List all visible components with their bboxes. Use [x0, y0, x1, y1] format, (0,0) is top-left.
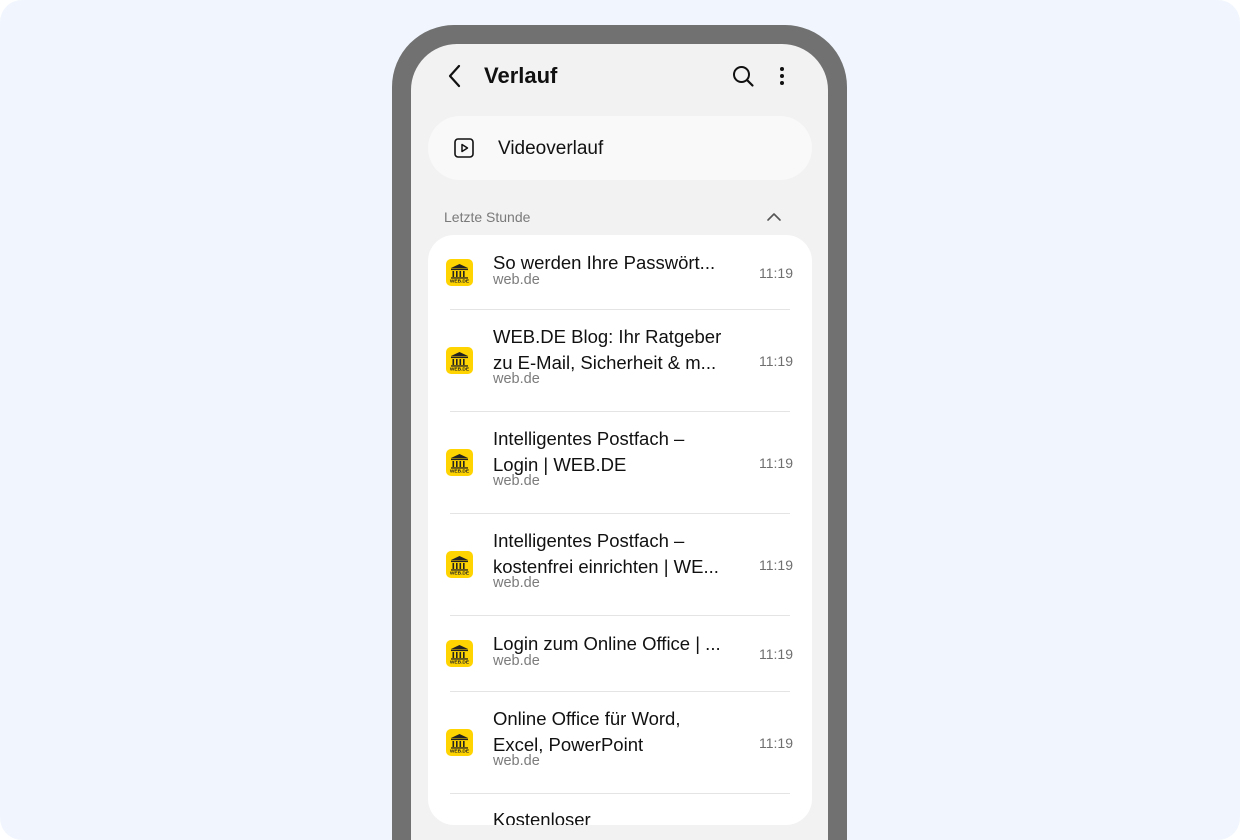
history-item-time: 11:19	[759, 455, 793, 471]
history-item-title: Kostenloser	[493, 807, 733, 825]
webde-favicon-icon: WEB.DE	[446, 640, 473, 667]
history-item[interactable]: Kostenloser	[428, 794, 812, 825]
chevron-up-icon[interactable]	[764, 207, 784, 227]
history-item-time: 11:19	[759, 557, 793, 573]
video-history-button[interactable]: Videoverlauf	[428, 116, 812, 180]
section-title: Letzte Stunde	[444, 209, 531, 225]
history-item[interactable]: WEB.DE So werden Ihre Passwört... web.de 11…	[428, 235, 812, 310]
svg-text:WEB.DE: WEB.DE	[450, 660, 470, 665]
history-item-domain: web.de	[493, 652, 540, 669]
history-item[interactable]: WEB.DE Online Office für Word, Excel, Powe…	[428, 692, 812, 794]
app-bar: Verlauf	[411, 44, 828, 108]
history-item-time: 11:19	[759, 735, 793, 751]
back-icon[interactable]	[443, 62, 469, 90]
webde-favicon-icon: WEB.DE	[446, 449, 473, 476]
history-item-domain: web.de	[493, 575, 540, 591]
history-item-title-line: WEB.DE Blog: Ihr Ratgeber	[493, 326, 722, 347]
history-list: WEB.DE So werden Ihre Passwört... web.de 11…	[428, 235, 812, 825]
history-item-time: 11:19	[759, 646, 793, 662]
history-item-title: Intelligentes Postfach – Login | WEB.DE	[493, 426, 733, 477]
history-item-title: WEB.DE Blog: Ihr Ratgeber zu E-Mail, Sich…	[493, 324, 733, 375]
history-item[interactable]: WEB.DE Intelligentes Postfach – kostenfrei…	[428, 514, 812, 616]
background-canvas: Verlauf Videoverlauf Letzte Stunde WEB.D…	[0, 0, 1240, 840]
history-item[interactable]: WEB.DE Login zum Online Office | ... web.d…	[428, 616, 812, 692]
svg-text:WEB.DE: WEB.DE	[450, 279, 470, 284]
history-item-domain: web.de	[493, 473, 540, 489]
search-icon[interactable]	[729, 62, 757, 90]
history-item-title-line: Intelligentes Postfach –	[493, 428, 685, 449]
history-item-domain: web.de	[493, 271, 540, 288]
svg-text:WEB.DE: WEB.DE	[450, 469, 470, 474]
webde-favicon-icon: WEB.DE	[446, 551, 473, 578]
history-item-domain: web.de	[493, 753, 540, 769]
webde-favicon-icon: WEB.DE	[446, 729, 473, 756]
history-item[interactable]: WEB.DE WEB.DE Blog: Ihr Ratgeber zu E-Mail…	[428, 310, 812, 412]
video-history-label: Videoverlauf	[498, 138, 604, 159]
history-item[interactable]: WEB.DE Intelligentes Postfach – Login | WE…	[428, 412, 812, 514]
history-item-title: Intelligentes Postfach – kostenfrei einri…	[493, 528, 733, 579]
history-item-domain: web.de	[493, 371, 540, 387]
history-item-title-line: Kostenloser	[493, 809, 591, 825]
more-vert-icon[interactable]	[771, 62, 793, 90]
history-item-time: 11:19	[759, 265, 793, 281]
svg-text:WEB.DE: WEB.DE	[450, 367, 470, 372]
page-title: Verlauf	[484, 63, 558, 88]
svg-text:WEB.DE: WEB.DE	[450, 571, 470, 576]
webde-favicon-icon: WEB.DE	[446, 259, 473, 286]
svg-text:WEB.DE: WEB.DE	[450, 749, 470, 754]
history-item-title-line: Online Office für Word,	[493, 708, 681, 729]
phone-screen: Verlauf Videoverlauf Letzte Stunde WEB.D…	[411, 44, 828, 840]
webde-favicon-icon: WEB.DE	[446, 347, 473, 374]
play-square-icon	[452, 136, 476, 160]
history-item-title: Online Office für Word, Excel, PowerPoint	[493, 706, 733, 757]
history-item-time: 11:19	[759, 353, 793, 369]
history-item-title-line: Intelligentes Postfach –	[493, 530, 685, 551]
